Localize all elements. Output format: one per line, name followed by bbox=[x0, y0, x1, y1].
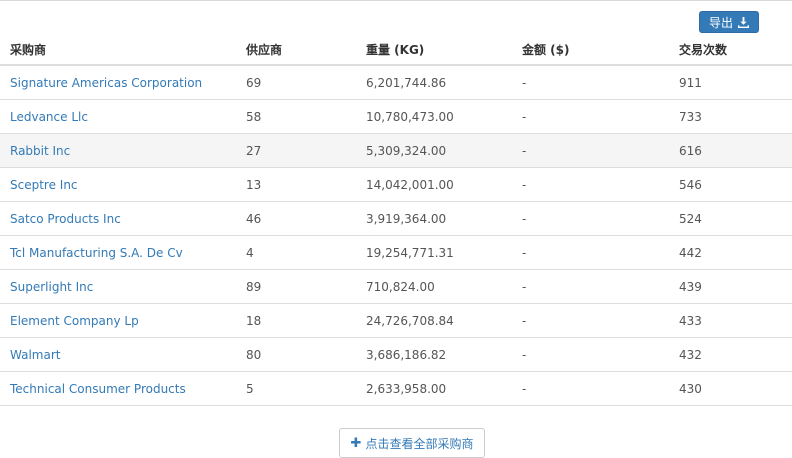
trades-cell: 433 bbox=[669, 303, 792, 338]
suppliers-cell: 46 bbox=[236, 201, 356, 236]
buyers-table: 采购商 供应商 重量 (KG) 金额 ($) 交易次数 Signature Am… bbox=[0, 34, 792, 406]
table-row: Technical Consumer Products 5 2,633,958.… bbox=[0, 371, 792, 406]
download-icon bbox=[738, 16, 749, 28]
suppliers-cell: 89 bbox=[236, 269, 356, 304]
view-all-buyers-button[interactable]: ✚ 点击查看全部采购商 bbox=[339, 428, 485, 458]
table-row: Element Company Lp 18 24,726,708.84 - 43… bbox=[0, 303, 792, 338]
weight-cell: 3,686,186.82 bbox=[356, 337, 512, 372]
table-row: Superlight Inc 89 710,824.00 - 439 bbox=[0, 269, 792, 304]
trades-cell: 442 bbox=[669, 235, 792, 270]
amount-cell: - bbox=[512, 269, 669, 304]
amount-cell: - bbox=[512, 371, 669, 406]
suppliers-cell: 27 bbox=[236, 133, 356, 168]
buyer-link[interactable]: Satco Products Inc bbox=[10, 212, 121, 226]
suppliers-cell: 18 bbox=[236, 303, 356, 338]
table-row: Tcl Manufacturing S.A. De Cv 4 19,254,77… bbox=[0, 235, 792, 270]
buyer-link[interactable]: Superlight Inc bbox=[10, 280, 93, 294]
suppliers-cell: 58 bbox=[236, 99, 356, 134]
weight-cell: 6,201,744.86 bbox=[356, 65, 512, 100]
amount-cell: - bbox=[512, 201, 669, 236]
suppliers-cell: 13 bbox=[236, 167, 356, 202]
table-row: Sceptre Inc 13 14,042,001.00 - 546 bbox=[0, 167, 792, 202]
table-header-row: 采购商 供应商 重量 (KG) 金额 ($) 交易次数 bbox=[0, 34, 792, 66]
table-row: Rabbit Inc 27 5,309,324.00 - 616 bbox=[0, 133, 792, 168]
export-label: 导出 bbox=[708, 15, 733, 30]
weight-cell: 710,824.00 bbox=[356, 269, 512, 304]
header-weight: 重量 (KG) bbox=[356, 34, 512, 66]
trades-cell: 733 bbox=[669, 99, 792, 134]
trades-cell: 524 bbox=[669, 201, 792, 236]
buyer-link[interactable]: Technical Consumer Products bbox=[10, 382, 186, 396]
suppliers-cell: 5 bbox=[236, 371, 356, 406]
trades-cell: 911 bbox=[669, 65, 792, 100]
plus-icon: ✚ bbox=[350, 435, 362, 451]
amount-cell: - bbox=[512, 235, 669, 270]
suppliers-cell: 4 bbox=[236, 235, 356, 270]
buyer-link[interactable]: Tcl Manufacturing S.A. De Cv bbox=[10, 246, 183, 260]
amount-cell: - bbox=[512, 133, 669, 168]
buyer-link[interactable]: Element Company Lp bbox=[10, 314, 139, 328]
header-amount: 金额 ($) bbox=[512, 34, 669, 66]
weight-cell: 19,254,771.31 bbox=[356, 235, 512, 270]
buyer-link[interactable]: Rabbit Inc bbox=[10, 144, 70, 158]
trades-cell: 546 bbox=[669, 167, 792, 202]
amount-cell: - bbox=[512, 99, 669, 134]
weight-cell: 24,726,708.84 bbox=[356, 303, 512, 338]
weight-cell: 10,780,473.00 bbox=[356, 99, 512, 134]
buyer-link[interactable]: Signature Americas Corporation bbox=[10, 76, 202, 90]
amount-cell: - bbox=[512, 303, 669, 338]
top-divider bbox=[0, 0, 792, 1]
weight-cell: 14,042,001.00 bbox=[356, 167, 512, 202]
buyer-link[interactable]: Sceptre Inc bbox=[10, 178, 78, 192]
table-row: Signature Americas Corporation 69 6,201,… bbox=[0, 65, 792, 100]
table-row: Walmart 80 3,686,186.82 - 432 bbox=[0, 337, 792, 372]
trades-cell: 439 bbox=[669, 269, 792, 304]
amount-cell: - bbox=[512, 65, 669, 100]
header-suppliers: 供应商 bbox=[236, 34, 356, 66]
trades-cell: 430 bbox=[669, 371, 792, 406]
view-all-label: 点击查看全部采购商 bbox=[365, 436, 474, 451]
trades-cell: 432 bbox=[669, 337, 792, 372]
header-trades: 交易次数 bbox=[669, 34, 792, 66]
buyer-link[interactable]: Walmart bbox=[10, 348, 60, 362]
buyer-link[interactable]: Ledvance Llc bbox=[10, 110, 88, 124]
weight-cell: 3,919,364.00 bbox=[356, 201, 512, 236]
trades-cell: 616 bbox=[669, 133, 792, 168]
suppliers-cell: 80 bbox=[236, 337, 356, 372]
suppliers-cell: 69 bbox=[236, 65, 356, 100]
export-button[interactable]: 导出 bbox=[699, 11, 759, 33]
header-buyer: 采购商 bbox=[0, 34, 236, 66]
amount-cell: - bbox=[512, 167, 669, 202]
amount-cell: - bbox=[512, 337, 669, 372]
weight-cell: 2,633,958.00 bbox=[356, 371, 512, 406]
table-row: Satco Products Inc 46 3,919,364.00 - 524 bbox=[0, 201, 792, 236]
weight-cell: 5,309,324.00 bbox=[356, 133, 512, 168]
table-row: Ledvance Llc 58 10,780,473.00 - 733 bbox=[0, 99, 792, 134]
